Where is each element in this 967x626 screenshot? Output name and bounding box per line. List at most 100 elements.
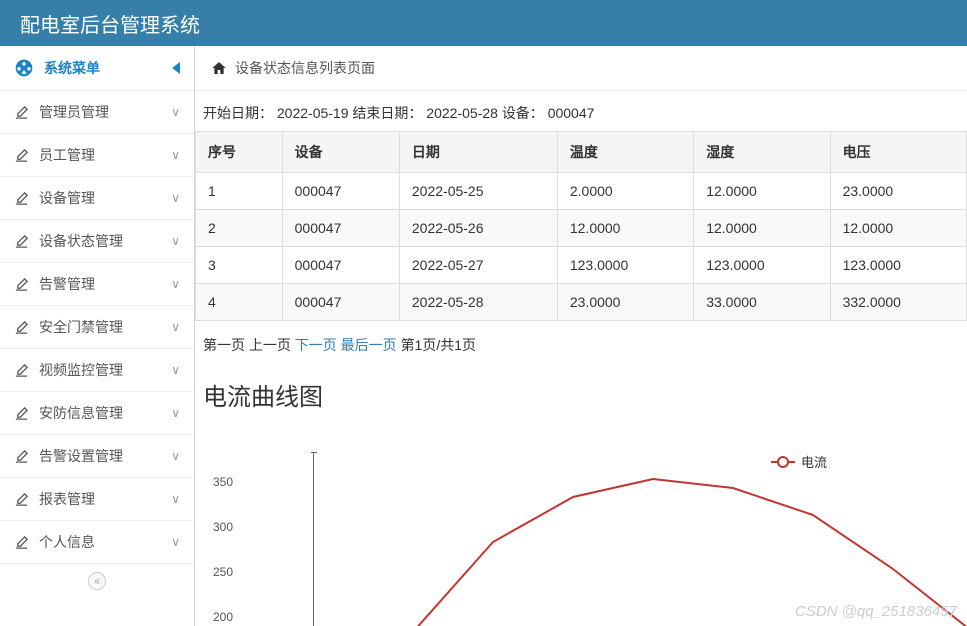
caret-left-icon (172, 62, 180, 74)
chevron-down-icon: ∨ (171, 449, 180, 463)
page-title: 设备状态信息列表页面 (235, 58, 375, 78)
chevron-down-icon: ∨ (171, 148, 180, 162)
table-cell: 123.0000 (830, 247, 966, 284)
sidebar-item-4[interactable]: 告警管理 ∨ (0, 262, 194, 305)
sidebar-item-7[interactable]: 安防信息管理 ∨ (0, 391, 194, 434)
sidebar: 系统菜单 管理员管理∨员工管理∨设备管理∨设备状态管理∨告警管理∨安全门禁管理∨… (0, 46, 195, 626)
table-cell: 2022-05-28 (399, 284, 557, 321)
sidebar-title: 系统菜单 (44, 58, 100, 78)
chevron-down-icon: ∨ (171, 492, 180, 506)
table-cell: 12.0000 (694, 210, 830, 247)
page-prev[interactable]: 上一页 (249, 337, 291, 353)
edit-icon (14, 320, 29, 335)
sidebar-item-10[interactable]: 个人信息 ∨ (0, 520, 194, 563)
chart-title: 电流曲线图 (195, 369, 967, 422)
main-content: 设备状态信息列表页面 开始日期： 2022-05-19 结束日期： 2022-0… (195, 46, 967, 626)
edit-icon (14, 234, 29, 249)
sidebar-item-9[interactable]: 报表管理 ∨ (0, 477, 194, 520)
sidebar-item-label: 告警管理 (39, 274, 95, 294)
sidebar-item-2[interactable]: 设备管理 ∨ (0, 176, 194, 219)
table-cell: 2 (196, 210, 283, 247)
dashboard-icon (14, 58, 34, 78)
sidebar-header[interactable]: 系统菜单 (0, 46, 194, 90)
table-header: 温度 (557, 132, 693, 173)
table-header: 序号 (196, 132, 283, 173)
end-date-value: 2022-05-28 (426, 105, 498, 121)
collapse-icon: « (88, 572, 106, 590)
sidebar-item-3[interactable]: 设备状态管理 ∨ (0, 219, 194, 262)
table-cell: 123.0000 (694, 247, 830, 284)
edit-icon (14, 277, 29, 292)
breadcrumb: 设备状态信息列表页面 (195, 46, 967, 91)
edit-icon (14, 535, 29, 550)
table-cell: 2022-05-25 (399, 173, 557, 210)
y-tick-mark (311, 452, 317, 453)
page-last[interactable]: 最后一页 (341, 337, 397, 353)
page-info: 第1页/共1页 (401, 337, 476, 353)
table-row[interactable]: 10000472022-05-252.000012.000023.0000 (196, 173, 967, 210)
y-tick-label: 300 (213, 520, 233, 534)
y-tick-label: 200 (213, 610, 233, 624)
end-date-label: 结束日期： (352, 105, 422, 121)
table-cell: 12.0000 (557, 210, 693, 247)
start-date-label: 开始日期： (203, 105, 273, 121)
chevron-down-icon: ∨ (171, 277, 180, 291)
table-cell: 2022-05-27 (399, 247, 557, 284)
sidebar-item-label: 设备状态管理 (39, 231, 123, 251)
page-next[interactable]: 下一页 (295, 337, 337, 353)
chevron-down-icon: ∨ (171, 320, 180, 334)
table-cell: 000047 (282, 284, 399, 321)
table-cell: 2.0000 (557, 173, 693, 210)
sidebar-item-label: 安防信息管理 (39, 403, 123, 423)
table-row[interactable]: 30000472022-05-27123.0000123.0000123.000… (196, 247, 967, 284)
table-cell: 12.0000 (694, 173, 830, 210)
sidebar-item-label: 管理员管理 (39, 102, 109, 122)
table-cell: 33.0000 (694, 284, 830, 321)
start-date-value: 2022-05-19 (277, 105, 349, 121)
chevron-down-icon: ∨ (171, 105, 180, 119)
table-cell: 000047 (282, 173, 399, 210)
home-icon (211, 60, 227, 76)
table-row[interactable]: 20000472022-05-2612.000012.000012.0000 (196, 210, 967, 247)
chevron-down-icon: ∨ (171, 535, 180, 549)
app-header: 配电室后台管理系统 (0, 0, 967, 46)
sidebar-item-8[interactable]: 告警设置管理 ∨ (0, 434, 194, 477)
sidebar-item-1[interactable]: 员工管理∨ (0, 133, 194, 176)
table-cell: 000047 (282, 247, 399, 284)
sidebar-item-label: 视频监控管理 (39, 360, 123, 380)
sidebar-item-6[interactable]: 视频监控管理 ∨ (0, 348, 194, 391)
chevron-down-icon: ∨ (171, 191, 180, 205)
page-first[interactable]: 第一页 (203, 337, 245, 353)
sidebar-item-label: 报表管理 (39, 489, 95, 509)
edit-icon (14, 449, 29, 464)
sidebar-item-5[interactable]: 安全门禁管理 ∨ (0, 305, 194, 348)
chevron-down-icon: ∨ (171, 234, 180, 248)
edit-icon (14, 406, 29, 421)
table-header: 湿度 (694, 132, 830, 173)
table-cell: 000047 (282, 210, 399, 247)
edit-icon (14, 105, 29, 120)
sidebar-item-label: 告警设置管理 (39, 446, 123, 466)
sidebar-item-label: 个人信息 (39, 532, 95, 552)
table-header: 电压 (830, 132, 966, 173)
chart-area: 电流 350300250200 (195, 452, 967, 626)
sidebar-collapse-button[interactable]: « (0, 563, 194, 598)
sidebar-item-0[interactable]: 管理员管理 ∨ (0, 90, 194, 133)
table-cell: 12.0000 (830, 210, 966, 247)
sidebar-item-label: 设备管理 (39, 188, 95, 208)
edit-icon (14, 363, 29, 378)
table-cell: 23.0000 (830, 173, 966, 210)
table-cell: 3 (196, 247, 283, 284)
table-cell: 1 (196, 173, 283, 210)
chevron-down-icon: ∨ (171, 363, 180, 377)
table-row[interactable]: 40000472022-05-2823.000033.0000332.0000 (196, 284, 967, 321)
y-tick-label: 250 (213, 565, 233, 579)
sidebar-item-label: 安全门禁管理 (39, 317, 123, 337)
device-value: 000047 (548, 105, 595, 121)
table-cell: 23.0000 (557, 284, 693, 321)
chart-plot (263, 452, 967, 626)
chevron-down-icon: ∨ (171, 406, 180, 420)
table-header: 日期 (399, 132, 557, 173)
edit-icon (14, 492, 29, 507)
filter-summary: 开始日期： 2022-05-19 结束日期： 2022-05-28 设备： 00… (195, 103, 967, 131)
